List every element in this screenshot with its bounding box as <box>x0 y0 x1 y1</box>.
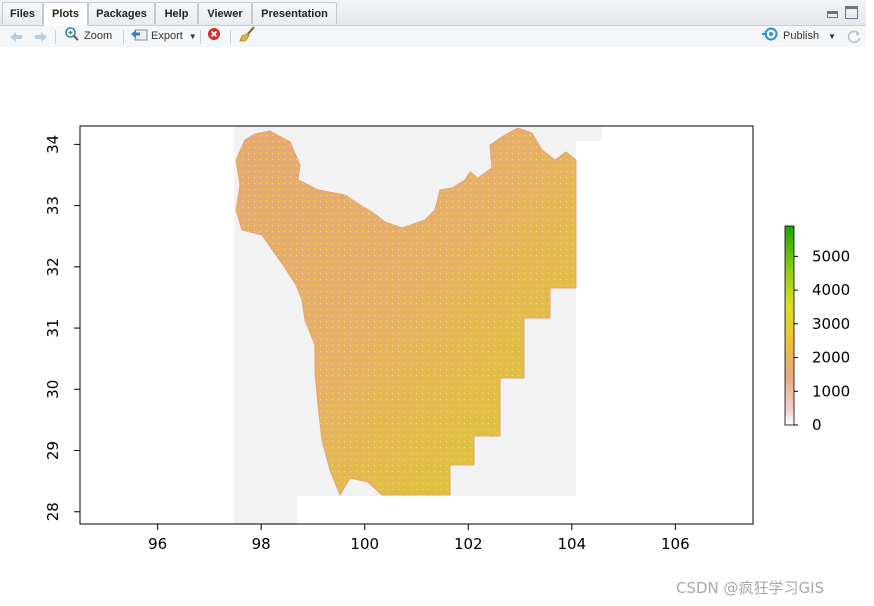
remove-plot-icon <box>207 27 221 47</box>
toolbar-divider <box>230 30 231 44</box>
plots-pane: Files Plots Packages Help Viewer Present… <box>0 0 866 606</box>
export-icon <box>130 26 148 48</box>
toolbar-divider <box>123 30 124 44</box>
tab-help[interactable]: Help <box>155 2 198 24</box>
x-tick-label: 102 <box>454 535 483 553</box>
x-tick-label: 96 <box>148 535 167 553</box>
zoom-icon <box>64 26 80 48</box>
x-tick-label: 106 <box>661 535 690 553</box>
tab-plots[interactable]: Plots <box>43 2 88 26</box>
toolbar-divider <box>55 30 56 44</box>
publish-icon <box>762 27 780 47</box>
forward-arrow-icon[interactable] <box>33 28 49 45</box>
legend-tick-label: 4000 <box>812 281 850 299</box>
toolbar-divider <box>200 30 201 44</box>
legend-tick-label: 0 <box>812 416 822 434</box>
publish-button[interactable]: Publish ▼ <box>762 27 836 47</box>
refresh-icon[interactable] <box>846 28 862 45</box>
legend-tick-label: 3000 <box>812 315 850 333</box>
legend-colorbar <box>784 225 795 426</box>
tab-bar: Files Plots Packages Help Viewer Present… <box>0 0 866 26</box>
publish-label: Publish <box>783 30 820 42</box>
minimize-icon[interactable] <box>827 11 838 18</box>
x-tick-label: 104 <box>557 535 586 553</box>
tab-files[interactable]: Files <box>2 2 43 24</box>
export-button[interactable]: Export ▼ <box>130 28 197 45</box>
x-tick-label: 98 <box>252 535 271 553</box>
chevron-down-icon: ▼ <box>828 32 836 41</box>
y-tick-label: 31 <box>44 319 62 338</box>
watermark: CSDN @疯狂学习GIS <box>676 579 825 597</box>
plot-viewer: 96 98 100 102 104 106 28 29 30 31 32 33 34 0 1000 2000 3… <box>0 47 866 606</box>
zoom-label: Zoom <box>84 30 113 42</box>
raster-empty-corner <box>297 496 597 525</box>
y-tick-label: 33 <box>44 196 62 215</box>
chevron-down-icon: ▼ <box>188 32 197 41</box>
y-tick-label: 29 <box>44 441 62 460</box>
y-tick-label: 30 <box>44 380 62 399</box>
broom-icon <box>239 25 257 48</box>
y-tick-label: 32 <box>44 257 62 276</box>
zoom-button[interactable]: Zoom <box>64 26 113 48</box>
maximize-icon[interactable] <box>845 6 858 19</box>
export-label: Export <box>151 30 183 42</box>
plots-toolbar: Zoom Export ▼ Publish ▼ <box>0 25 866 48</box>
remove-plot-button[interactable] <box>207 27 221 47</box>
legend-tick-label: 2000 <box>812 349 850 367</box>
tab-viewer[interactable]: Viewer <box>198 2 252 24</box>
tab-packages[interactable]: Packages <box>88 2 155 24</box>
y-tick-label: 28 <box>44 502 62 521</box>
raster-plot: 96 98 100 102 104 106 28 29 30 31 32 33 34 0 1000 2000 3… <box>44 125 850 553</box>
y-tick-label: 34 <box>44 135 62 154</box>
x-tick-label: 100 <box>350 535 379 553</box>
legend-tick-label: 5000 <box>812 247 850 265</box>
back-arrow-icon[interactable] <box>8 28 24 45</box>
legend-tick-label: 1000 <box>812 382 850 400</box>
tab-presentation[interactable]: Presentation <box>252 2 337 24</box>
clear-all-plots-button[interactable] <box>239 25 257 48</box>
